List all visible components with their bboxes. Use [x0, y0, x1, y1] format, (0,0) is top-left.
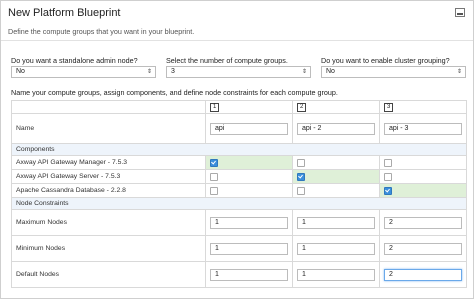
- constraints-heading: Node Constraints: [11, 197, 467, 210]
- default-nodes-row: Default Nodes 1 1 2: [11, 261, 467, 288]
- components-section-row: Components: [11, 143, 467, 156]
- component-checkbox[interactable]: [210, 172, 218, 181]
- default-nodes-input[interactable]: 1: [297, 268, 375, 281]
- components-heading: Components: [11, 143, 467, 156]
- group-header-2: 2: [292, 100, 380, 114]
- min-nodes-row: Minimum Nodes 1 1 2: [11, 235, 467, 262]
- default-nodes-input[interactable]: 2: [384, 268, 462, 281]
- component-checkbox[interactable]: [384, 186, 392, 195]
- cluster-grouping-select[interactable]: No ⇕: [321, 66, 466, 78]
- admin-node-select-value: No: [16, 68, 25, 75]
- component-checkbox[interactable]: [297, 186, 305, 195]
- component-row: Axway API Gateway Manager - 7.5.3: [11, 155, 467, 170]
- max-nodes-row: Maximum Nodes 1 1 2: [11, 209, 467, 236]
- component-label: Axway API Gateway Server - 7.5.3: [11, 169, 206, 184]
- component-checkbox[interactable]: [384, 158, 392, 167]
- default-nodes-input[interactable]: 1: [210, 268, 288, 281]
- max-nodes-label: Maximum Nodes: [11, 209, 206, 236]
- component-checkbox[interactable]: [210, 186, 218, 195]
- chevron-updown-icon: ⇕: [146, 69, 152, 75]
- group-number-badge: 2: [297, 102, 307, 112]
- component-label: Apache Cassandra Database - 2.2.8: [11, 183, 206, 198]
- component-checkbox[interactable]: [384, 172, 392, 181]
- component-checkbox[interactable]: [210, 158, 218, 167]
- max-nodes-input[interactable]: 2: [384, 216, 462, 229]
- chevron-updown-icon: ⇕: [456, 69, 462, 75]
- group-2-name-input[interactable]: api - 2: [297, 122, 375, 135]
- compute-groups-select[interactable]: 3 ⇕: [166, 66, 311, 78]
- admin-node-select[interactable]: No ⇕: [11, 66, 156, 78]
- group-number-row: 1 2 3: [11, 100, 467, 114]
- component-row: Axway API Gateway Server - 7.5.3: [11, 169, 467, 184]
- compute-groups-table: 1 2 3 Name api api - 2 api - 3 Component…: [11, 100, 467, 288]
- component-checkbox[interactable]: [297, 158, 305, 167]
- group-1-name-input[interactable]: api: [210, 122, 288, 135]
- panel-title: New Platform Blueprint: [8, 7, 121, 19]
- blueprint-panel: New Platform Blueprint Define the comput…: [0, 0, 474, 299]
- compute-groups-select-value: 3: [171, 68, 175, 75]
- constraints-section-row: Node Constraints: [11, 197, 467, 210]
- group-header-3: 3: [379, 100, 467, 114]
- instruction-text: Name your compute groups, assign compone…: [11, 88, 338, 97]
- min-nodes-label: Minimum Nodes: [11, 235, 206, 262]
- min-nodes-input[interactable]: 1: [210, 242, 288, 255]
- component-row: Apache Cassandra Database - 2.2.8: [11, 183, 467, 198]
- max-nodes-input[interactable]: 1: [297, 216, 375, 229]
- min-nodes-input[interactable]: 2: [384, 242, 462, 255]
- panel-subtitle: Define the compute groups that you want …: [8, 27, 195, 36]
- name-row-label: Name: [11, 113, 206, 144]
- component-checkbox[interactable]: [297, 172, 305, 181]
- cluster-grouping-question: Do you want to enable cluster grouping?: [321, 56, 450, 65]
- divider: [1, 40, 473, 41]
- component-label: Axway API Gateway Manager - 7.5.3: [11, 155, 206, 170]
- compute-groups-question: Select the number of compute groups.: [166, 56, 288, 65]
- group-header-1: 1: [205, 100, 293, 114]
- group-3-name-input[interactable]: api - 3: [384, 122, 462, 135]
- name-row: Name api api - 2 api - 3: [11, 113, 467, 144]
- admin-node-question: Do you want a standalone admin node?: [11, 56, 138, 65]
- group-number-badge: 1: [210, 102, 220, 112]
- empty-header-cell: [11, 100, 206, 114]
- min-nodes-input[interactable]: 1: [297, 242, 375, 255]
- chevron-updown-icon: ⇕: [301, 69, 307, 75]
- max-nodes-input[interactable]: 1: [210, 216, 288, 229]
- minimize-icon[interactable]: [455, 8, 465, 17]
- group-number-badge: 3: [384, 102, 394, 112]
- default-nodes-label: Default Nodes: [11, 261, 206, 288]
- cluster-grouping-select-value: No: [326, 68, 335, 75]
